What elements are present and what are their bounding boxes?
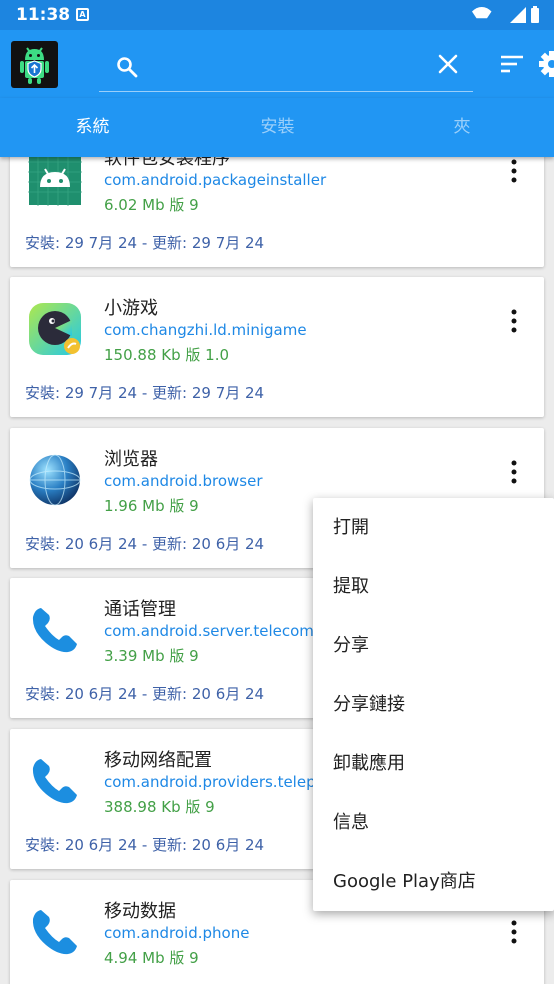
app-size-version: 3.39 Mb 版 9 (104, 647, 199, 665)
more-vert-icon[interactable] (506, 307, 522, 335)
menu-item-google-play[interactable]: Google Play商店 (313, 852, 554, 911)
signal-icon (510, 7, 526, 23)
menu-item-share[interactable]: 分享 (313, 616, 554, 675)
system-status-icons (472, 6, 539, 23)
app-name: 移动数据 (104, 901, 176, 922)
android-shield-icon (20, 47, 49, 84)
menu-item-info[interactable]: 信息 (313, 793, 554, 852)
app-package: com.android.phone (104, 924, 250, 942)
search-input[interactable] (151, 50, 421, 84)
phone-icon (32, 759, 77, 804)
app-size-version: 1.96 Mb 版 9 (104, 497, 199, 515)
more-vert-icon[interactable] (506, 157, 522, 185)
app-name: 移动网络配置 (104, 750, 212, 771)
app-card[interactable]: 软件包安装程序 com.android.packageinstaller 6.0… (10, 157, 544, 267)
app-name: 小游戏 (104, 298, 158, 319)
battery-icon (531, 8, 539, 23)
app-dates: 安裝: 20 6月 24 - 更新: 20 6月 24 (25, 685, 265, 703)
tab-indicator (0, 154, 185, 157)
app-dates: 安裝: 20 6月 24 - 更新: 20 6月 24 (25, 836, 265, 854)
phone-icon (32, 910, 77, 955)
tab-system[interactable]: 系統 (0, 98, 185, 157)
app-dates: 安裝: 20 6月 24 - 更新: 20 6月 24 (25, 535, 265, 553)
menu-item-share-link[interactable]: 分享鏈接 (313, 675, 554, 734)
sort-icon[interactable] (499, 52, 525, 76)
search-icon[interactable] (115, 55, 139, 79)
app-size-version: 6.02 Mb 版 9 (104, 196, 199, 214)
app-name: 浏览器 (104, 449, 158, 470)
app-package: com.android.packageinstaller (104, 171, 327, 189)
menu-item-extract[interactable]: 提取 (313, 557, 554, 616)
app-logo[interactable] (11, 41, 58, 88)
notification-icon: A (76, 8, 89, 21)
app-name: 通话管理 (104, 599, 176, 620)
status-bar: 11:38 A (0, 0, 554, 30)
tab-installed[interactable]: 安裝 (185, 98, 370, 157)
app-size-version: 150.88 Kb 版 1.0 (104, 346, 230, 364)
more-vert-icon[interactable] (506, 458, 522, 486)
app-size-version: 4.94 Mb 版 9 (104, 949, 199, 967)
phone-icon (32, 608, 77, 653)
menu-item-open[interactable]: 打開 (313, 498, 554, 557)
app-dates: 安裝: 29 7月 24 - 更新: 29 7月 24 (25, 234, 265, 252)
app-size-version: 388.98 Kb 版 9 (104, 798, 215, 816)
search-box (99, 42, 473, 92)
minigame-icon (29, 303, 81, 355)
menu-item-uninstall[interactable]: 卸載應用 (313, 734, 554, 793)
app-package: com.android.server.telecom (104, 622, 314, 640)
app-dates: 安裝: 29 7月 24 - 更新: 29 7月 24 (25, 384, 265, 402)
gear-icon[interactable] (538, 50, 554, 78)
app-package: com.android.browser (104, 472, 263, 490)
app-card[interactable]: 小游戏 com.changzhi.ld.minigame 150.88 Kb 版… (10, 277, 544, 417)
tab-folder[interactable]: 夾 (370, 98, 554, 157)
tab-bar: 系統 安裝 夾 (0, 98, 554, 157)
android-robot-icon (28, 157, 82, 206)
status-time: 11:38 (16, 5, 71, 25)
app-package: com.changzhi.ld.minigame (104, 321, 307, 339)
close-icon[interactable] (436, 52, 460, 76)
globe-icon (29, 454, 81, 506)
wifi-icon (472, 7, 492, 19)
more-vert-icon[interactable] (506, 918, 522, 946)
app-toolbar (0, 30, 554, 98)
app-name: 软件包安装程序 (104, 157, 230, 169)
context-menu: 打開 提取 分享 分享鏈接 卸載應用 信息 Google Play商店 (313, 498, 554, 911)
